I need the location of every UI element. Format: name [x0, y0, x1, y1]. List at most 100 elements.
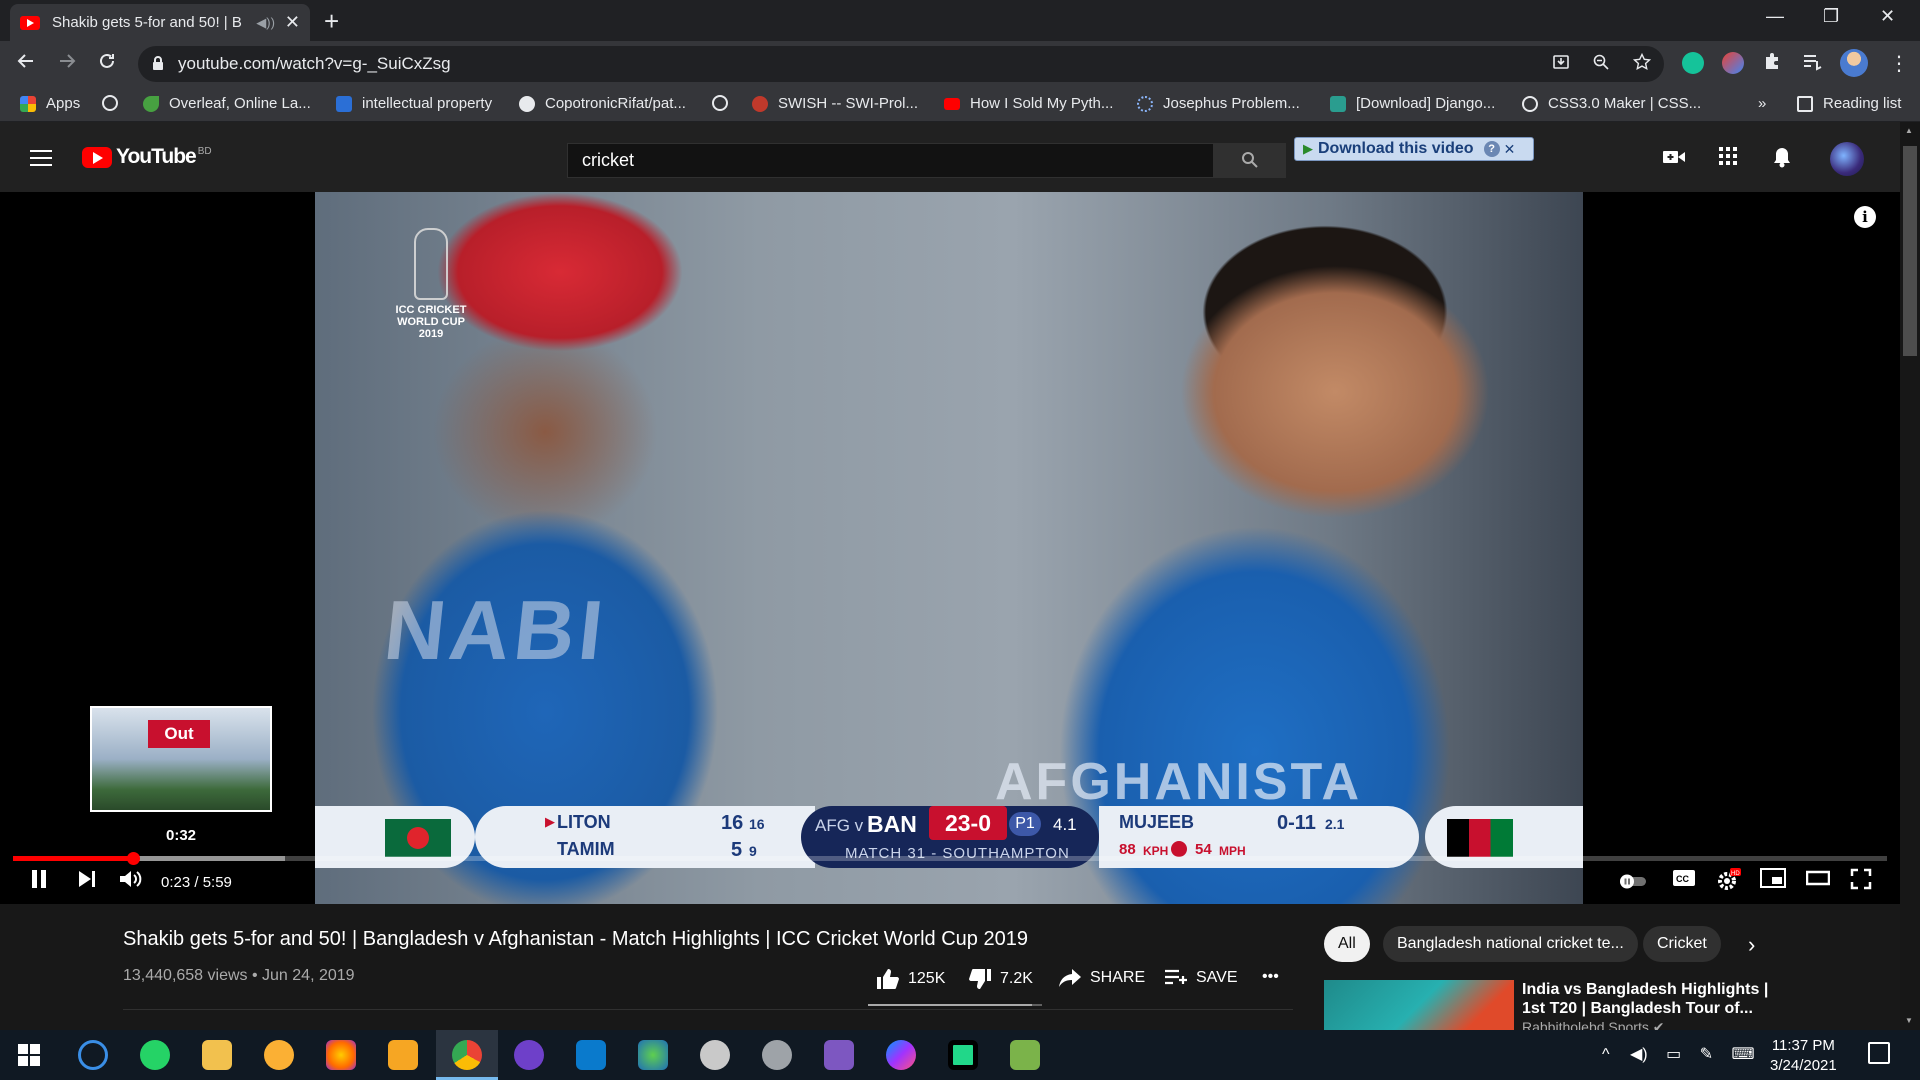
profile-avatar[interactable]: [1840, 49, 1868, 77]
reload-button[interactable]: [97, 51, 117, 77]
search-taskbar-icon[interactable]: [78, 1040, 108, 1070]
windows-start-icon[interactable]: [18, 1044, 40, 1071]
audio-playing-icon[interactable]: ◀)): [256, 15, 275, 31]
restore-button[interactable]: ❐: [1823, 6, 1839, 27]
next-button[interactable]: [76, 868, 98, 896]
like-button[interactable]: 125K: [876, 968, 945, 990]
back-button[interactable]: [16, 51, 36, 77]
xampp-icon[interactable]: [388, 1040, 418, 1070]
bookmark-star-icon[interactable]: [1632, 52, 1652, 76]
extensions-puzzle-icon[interactable]: [1762, 51, 1782, 76]
tab-close-icon[interactable]: ✕: [285, 12, 300, 33]
firefox-icon[interactable]: [326, 1040, 356, 1070]
network-icon[interactable]: ▭: [1666, 1046, 1681, 1063]
scroll-up-arrow-icon[interactable]: ▲: [1905, 126, 1913, 135]
grammarly-extension-icon[interactable]: [1682, 52, 1704, 74]
bookmark-django[interactable]: [Download] Django...: [1330, 95, 1495, 112]
create-video-icon[interactable]: [1662, 146, 1686, 172]
autoplay-toggle[interactable]: [1618, 870, 1648, 896]
download-help-icon[interactable]: ?: [1483, 141, 1500, 157]
lock-icon[interactable]: [152, 55, 164, 73]
notifications-bell-icon[interactable]: [1772, 146, 1792, 174]
save-button[interactable]: SAVE: [1164, 968, 1238, 988]
vscode-icon[interactable]: [576, 1040, 606, 1070]
reading-list-button[interactable]: Reading list: [1797, 95, 1901, 112]
zoom-icon[interactable]: [1592, 53, 1610, 76]
notepad-icon[interactable]: [1010, 1040, 1040, 1070]
related-video-thumbnail[interactable]: [1324, 980, 1514, 1030]
new-tab-button[interactable]: +: [324, 6, 339, 37]
bookmark-css3-maker[interactable]: CSS3.0 Maker | CSS...: [1522, 95, 1701, 112]
chrome-menu-icon[interactable]: ⋮: [1889, 51, 1909, 76]
github-desktop-icon[interactable]: [514, 1040, 544, 1070]
close-window-button[interactable]: ✕: [1880, 6, 1895, 27]
bookmark-josephus[interactable]: Josephus Problem...: [1137, 95, 1300, 112]
download-video-bar[interactable]: ▶ Download this video ? ✕: [1294, 137, 1534, 161]
video-frame[interactable]: NABI AFGHANISTA ICC CRICKET WORLD CUP 20…: [315, 192, 1583, 904]
address-bar[interactable]: youtube.com/watch?v=g-_SuiCxZsg: [138, 46, 1664, 82]
taskbar-clock[interactable]: 11:37 PM 3/24/2021: [1770, 1036, 1837, 1076]
progress-bar[interactable]: [13, 852, 1887, 865]
file-explorer-icon[interactable]: [202, 1040, 232, 1070]
extension-icon[interactable]: [1722, 52, 1744, 74]
bookmarks-overflow-button[interactable]: »: [1758, 95, 1766, 112]
whatsapp-icon[interactable]: [140, 1040, 170, 1070]
fullscreen-button[interactable]: [1850, 868, 1872, 896]
search-input[interactable]: cricket: [567, 143, 1214, 178]
bookmark-github[interactable]: CopotronicRifat/pat...: [519, 95, 686, 112]
visual-studio-icon[interactable]: [824, 1040, 854, 1070]
tab-youtube[interactable]: Shakib gets 5-for and 50! | B ◀)) ✕: [10, 4, 310, 41]
media-queue-icon[interactable]: [1802, 53, 1822, 76]
app-globe-icon[interactable]: [638, 1040, 668, 1070]
chips-next-chevron-icon[interactable]: ›: [1748, 932, 1755, 958]
account-avatar[interactable]: [1830, 142, 1864, 176]
minimize-button[interactable]: —: [1766, 6, 1784, 27]
captions-button[interactable]: CC: [1672, 868, 1696, 894]
theater-mode-button[interactable]: [1805, 868, 1831, 894]
chip-bangladesh-national-cricket[interactable]: Bangladesh national cricket te...: [1383, 926, 1638, 962]
vpn-icon[interactable]: [264, 1040, 294, 1070]
scrubber-handle[interactable]: [126, 852, 140, 865]
app-tools-icon[interactable]: [762, 1040, 792, 1070]
miniplayer-button[interactable]: [1760, 868, 1786, 894]
forward-button[interactable]: [57, 51, 77, 77]
messenger-icon[interactable]: [886, 1040, 916, 1070]
pen-icon[interactable]: ✎: [1700, 1046, 1713, 1063]
bookmark-globe-1[interactable]: [102, 95, 128, 111]
video-player[interactable]: NABI AFGHANISTA ICC CRICKET WORLD CUP 20…: [0, 192, 1900, 904]
url-text[interactable]: youtube.com/watch?v=g-_SuiCxZsg: [178, 54, 451, 74]
scrollbar-thumb[interactable]: [1903, 146, 1917, 356]
search-button[interactable]: [1214, 143, 1286, 178]
app-icon[interactable]: [700, 1040, 730, 1070]
bookmark-swish[interactable]: SWISH -- SWI-Prol...: [752, 95, 918, 112]
bookmark-globe-2[interactable]: [712, 95, 738, 111]
bookmark-intellectual-property[interactable]: intellectual property: [336, 95, 492, 112]
page-scrollbar[interactable]: ▲ ▼: [1900, 122, 1920, 1030]
system-tray[interactable]: ^ ◀) ▭ ✎ ⌨: [1602, 1044, 1755, 1064]
volume-button[interactable]: [118, 868, 144, 896]
apps-grid-icon[interactable]: [1718, 146, 1738, 172]
bookmark-youtube[interactable]: How I Sold My Pyth...: [944, 95, 1113, 112]
youtube-logo[interactable]: YouTube BD: [82, 145, 212, 169]
notification-center-icon[interactable]: [1868, 1042, 1890, 1064]
keyboard-icon[interactable]: ⌨: [1732, 1046, 1755, 1063]
download-close-icon[interactable]: ✕: [1504, 141, 1516, 158]
info-icon[interactable]: i: [1854, 206, 1876, 228]
bookmark-overleaf[interactable]: Overleaf, Online La...: [143, 95, 311, 112]
more-actions-button[interactable]: •••: [1262, 968, 1279, 986]
pause-button[interactable]: [28, 868, 50, 896]
chip-all[interactable]: All: [1324, 926, 1370, 962]
menu-hamburger-icon[interactable]: [30, 150, 52, 166]
speaker-icon[interactable]: ◀): [1630, 1046, 1648, 1063]
dislike-button[interactable]: 7.2K: [968, 968, 1033, 990]
download-video-label[interactable]: Download this video: [1318, 140, 1474, 158]
related-video-title[interactable]: India vs Bangladesh Highlights | 1st T20…: [1522, 980, 1782, 1018]
tray-overflow-icon[interactable]: ^: [1602, 1046, 1610, 1063]
pycharm-icon[interactable]: [948, 1040, 978, 1070]
settings-button[interactable]: HD: [1716, 868, 1742, 898]
scroll-down-arrow-icon[interactable]: ▼: [1905, 1016, 1913, 1025]
install-app-icon[interactable]: [1552, 53, 1570, 76]
chip-cricket[interactable]: Cricket: [1643, 926, 1721, 962]
bookmark-apps[interactable]: Apps: [20, 95, 80, 112]
chrome-icon[interactable]: [452, 1040, 482, 1070]
